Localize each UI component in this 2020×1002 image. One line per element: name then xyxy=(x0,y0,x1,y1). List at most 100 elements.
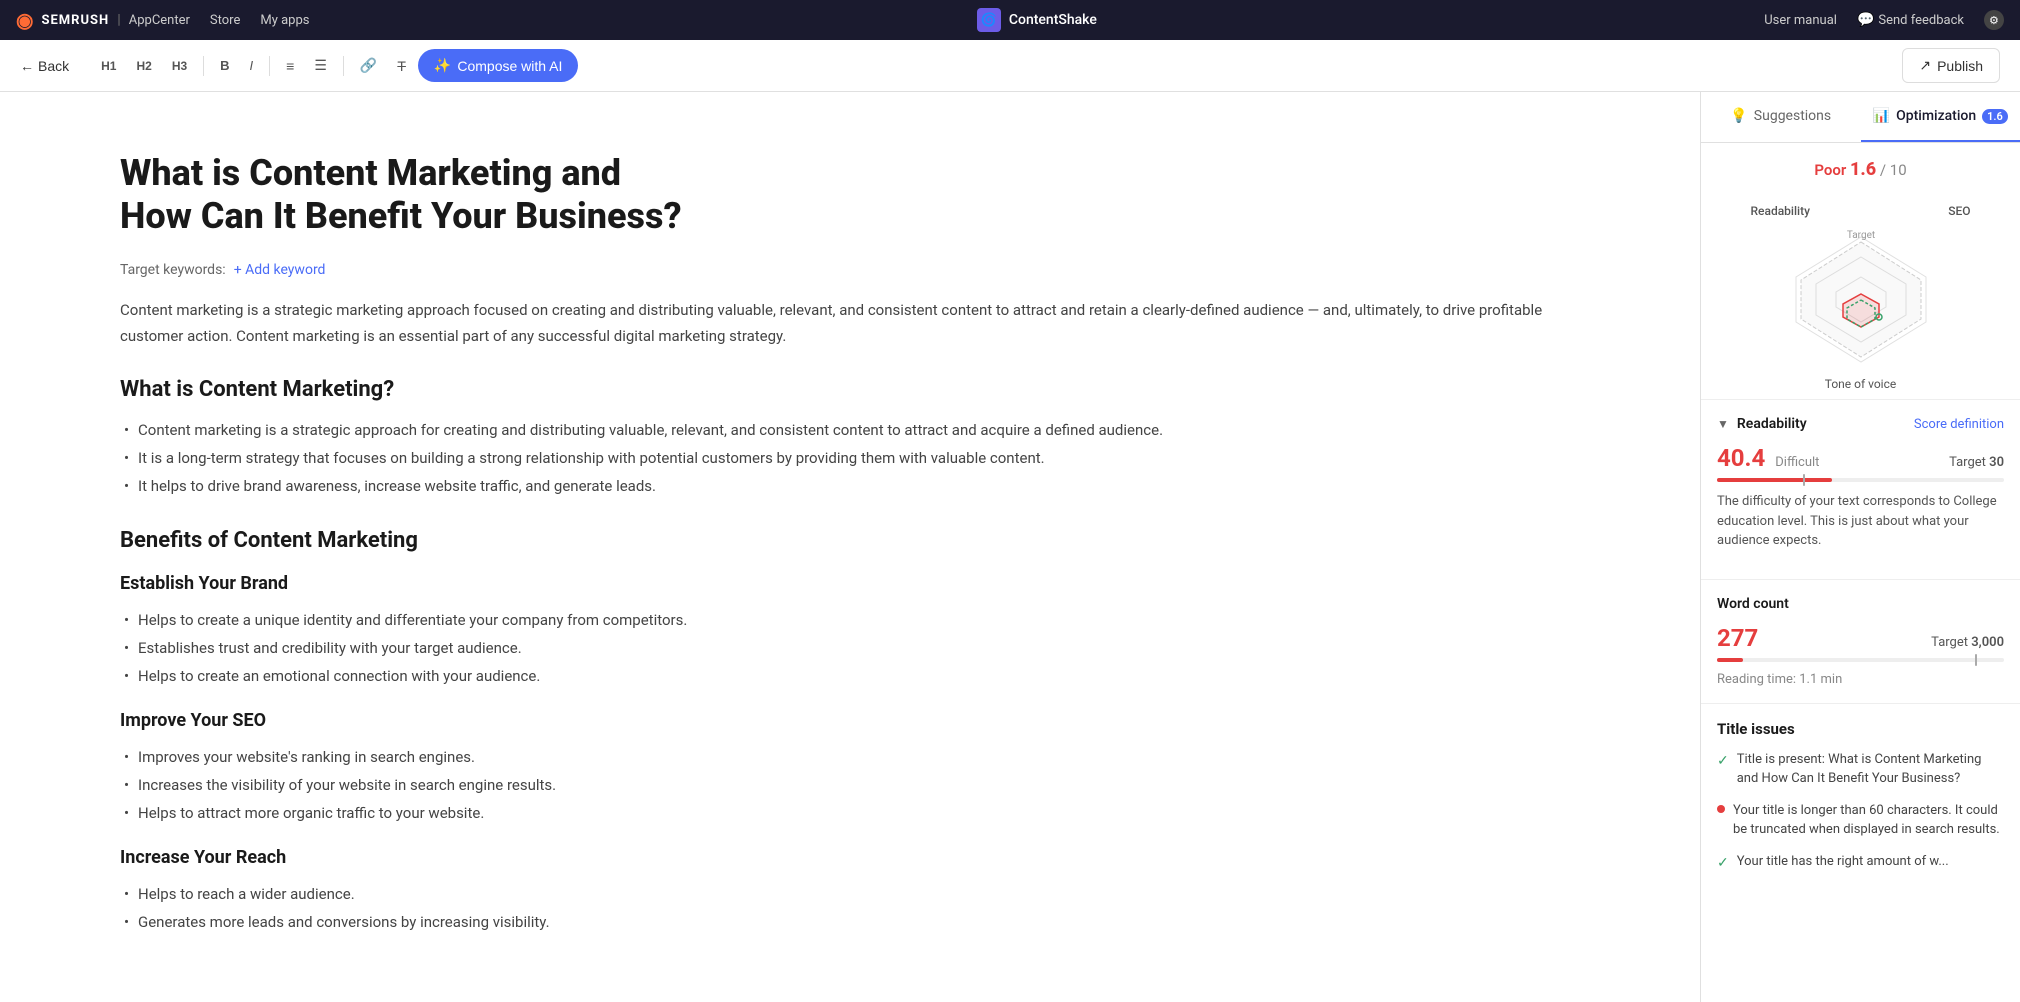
readability-level: Difficult xyxy=(1775,455,1819,470)
list-item[interactable]: It helps to drive brand awareness, incre… xyxy=(120,472,1580,500)
main-toolbar: ← Back H1 H2 H3 B I ≡ ☰ 🔗 T ✨ Compose wi… xyxy=(0,40,2020,92)
radar-svg: Target xyxy=(1761,222,1961,377)
nav-my-apps[interactable]: My apps xyxy=(260,13,309,28)
readability-target-group: Target 30 xyxy=(1949,451,2004,470)
readability-label: Readability xyxy=(1751,204,1810,218)
title-issue-0: ✓ Title is present: What is Content Mark… xyxy=(1717,750,2004,789)
list-item[interactable]: Helps to attract more organic traffic to… xyxy=(120,799,1580,827)
readability-score-group: 40.4 Difficult xyxy=(1717,444,1819,472)
h2-button[interactable]: H2 xyxy=(128,53,159,79)
unordered-list-button[interactable]: ☰ xyxy=(306,51,335,80)
list-item[interactable]: Helps to create an emotional connection … xyxy=(120,662,1580,690)
title-issue-2: ✓ Your title has the right amount of w..… xyxy=(1717,852,2004,874)
word-count-target-marker xyxy=(1975,654,1977,666)
user-manual-link[interactable]: User manual xyxy=(1764,13,1837,28)
article-title[interactable]: What is Content Marketing and How Can It… xyxy=(120,152,1580,238)
nav-store[interactable]: Store xyxy=(210,13,240,28)
format-tools: H1 H2 H3 B I ≡ ☰ 🔗 T xyxy=(93,51,414,80)
list-item[interactable]: Content marketing is a strategic approac… xyxy=(120,416,1580,444)
check-icon-0: ✓ xyxy=(1717,751,1729,772)
nav-center: 🌀 ContentShake xyxy=(977,8,1097,32)
format-divider-2 xyxy=(269,56,270,76)
list-item[interactable]: Generates more leads and conversions by … xyxy=(120,908,1580,936)
bold-button[interactable]: B xyxy=(212,52,237,79)
link-button[interactable]: 🔗 xyxy=(352,51,385,80)
score-value: 1.6 xyxy=(1850,159,1876,180)
editor-area[interactable]: What is Content Marketing and How Can It… xyxy=(0,92,1700,1002)
publish-button[interactable]: ↗ Publish xyxy=(1902,48,2000,83)
list-item[interactable]: Increases the visibility of your website… xyxy=(120,771,1580,799)
semrush-logo[interactable]: ◉ SEMRUSH | AppCenter xyxy=(16,8,190,32)
list-item[interactable]: Helps to create a unique identity and di… xyxy=(120,606,1580,634)
format-divider-3 xyxy=(343,56,344,76)
list-item[interactable]: Helps to reach a wider audience. xyxy=(120,880,1580,908)
nav-right: User manual 💬 Send feedback ⚙ xyxy=(1764,10,2004,30)
publish-icon: ↗ xyxy=(1919,57,1931,74)
add-keyword-button[interactable]: + Add keyword xyxy=(234,262,326,278)
title-issues-header: Title issues xyxy=(1717,720,2004,738)
main-area: What is Content Marketing and How Can It… xyxy=(0,92,2020,1002)
score-max: 10 xyxy=(1890,161,1907,179)
list-item[interactable]: Establishes trust and credibility with y… xyxy=(120,634,1580,662)
check-icon-2: ✓ xyxy=(1717,853,1729,874)
readability-header: ▼ Readability Score definition xyxy=(1717,416,2004,432)
semrush-brand: SEMRUSH xyxy=(41,13,109,28)
ordered-list-button[interactable]: ≡ xyxy=(278,52,302,80)
app-icon: 🌀 xyxy=(977,8,1001,32)
title-issue-text-1: Your title is longer than 60 characters.… xyxy=(1733,801,2004,840)
h3-button[interactable]: H3 xyxy=(164,53,195,79)
collapse-icon[interactable]: ▼ xyxy=(1717,417,1729,431)
target-keywords-row: Target keywords: + Add keyword xyxy=(120,262,1580,278)
readability-bar xyxy=(1717,478,1832,482)
word-count-metric-row: 277 Target 3,000 xyxy=(1717,624,2004,652)
italic-button[interactable]: I xyxy=(242,52,262,79)
readability-target-marker xyxy=(1803,474,1805,486)
compose-icon: ✨ xyxy=(434,57,451,74)
title-issue-text-0: Title is present: What is Content Market… xyxy=(1737,750,2004,789)
score-separator: / xyxy=(1880,161,1890,179)
list-item[interactable]: Improves your website's ranking in searc… xyxy=(120,743,1580,771)
top-nav: ◉ SEMRUSH | AppCenter Store My apps 🌀 Co… xyxy=(0,0,2020,40)
readability-title: Readability xyxy=(1737,416,1807,432)
word-count-header: Word count xyxy=(1717,596,2004,612)
reading-time: Reading time: 1.1 min xyxy=(1717,672,2004,687)
target-keywords-label: Target keywords: xyxy=(120,262,226,278)
word-count-progress xyxy=(1717,658,2004,662)
compose-with-ai-button[interactable]: ✨ Compose with AI xyxy=(418,49,579,82)
settings-icon[interactable]: ⚙ xyxy=(1984,10,2004,30)
suggestions-icon: 💡 xyxy=(1730,108,1747,124)
svg-text:Target: Target xyxy=(1846,230,1874,241)
appcenter-label: AppCenter xyxy=(129,13,190,28)
send-feedback-link[interactable]: 💬 Send feedback xyxy=(1857,12,1964,28)
score-definition-link[interactable]: Score definition xyxy=(1914,417,2004,432)
readability-target: Target 30 xyxy=(1949,455,2004,470)
list-item[interactable]: It is a long-term strategy that focuses … xyxy=(120,444,1580,472)
sidebar-tabs: 💡 Suggestions 📊 Optimization 1.6 xyxy=(1701,92,2020,143)
tab-optimization[interactable]: 📊 Optimization 1.6 xyxy=(1861,92,2020,142)
section-heading-4: Increase Your Reach xyxy=(120,847,1580,868)
dot-icon-1 xyxy=(1717,805,1725,813)
word-count-bar xyxy=(1717,658,1743,662)
semrush-logo-icon: ◉ xyxy=(16,8,33,32)
seo-label: SEO xyxy=(1948,204,1970,218)
section-heading-2: Establish Your Brand xyxy=(120,573,1580,594)
readability-progress xyxy=(1717,478,2004,482)
readability-panel: ▼ Readability Score definition 40.4 Diff… xyxy=(1701,399,2020,579)
word-count-value: 277 xyxy=(1717,624,1758,652)
toolbar-left: ← Back H1 H2 H3 B I ≡ ☰ 🔗 T ✨ Compose wi… xyxy=(20,49,578,82)
section-heading-0: What is Content Marketing? xyxy=(120,377,1580,402)
article-intro[interactable]: Content marketing is a strategic marketi… xyxy=(120,298,1580,349)
bullet-list-3: Improves your website's ranking in searc… xyxy=(120,743,1580,827)
title-issue-1: Your title is longer than 60 characters.… xyxy=(1717,801,2004,840)
tab-suggestions[interactable]: 💡 Suggestions xyxy=(1701,92,1861,142)
back-button[interactable]: ← Back xyxy=(20,58,69,74)
right-sidebar: 💡 Suggestions 📊 Optimization 1.6 Poor 1.… xyxy=(1700,92,2020,1002)
bullet-list-2: Helps to create a unique identity and di… xyxy=(120,606,1580,690)
word-count-panel: Word count 277 Target 3,000 Reading time… xyxy=(1701,579,2020,703)
section-heading-3: Improve Your SEO xyxy=(120,710,1580,731)
readability-metric-row: 40.4 Difficult Target 30 xyxy=(1717,444,2004,472)
h1-button[interactable]: H1 xyxy=(93,53,124,79)
toolbar-right: ↗ Publish xyxy=(1902,48,2000,83)
nav-left: ◉ SEMRUSH | AppCenter Store My apps xyxy=(16,8,309,32)
strikethrough-button[interactable]: T xyxy=(389,52,414,80)
